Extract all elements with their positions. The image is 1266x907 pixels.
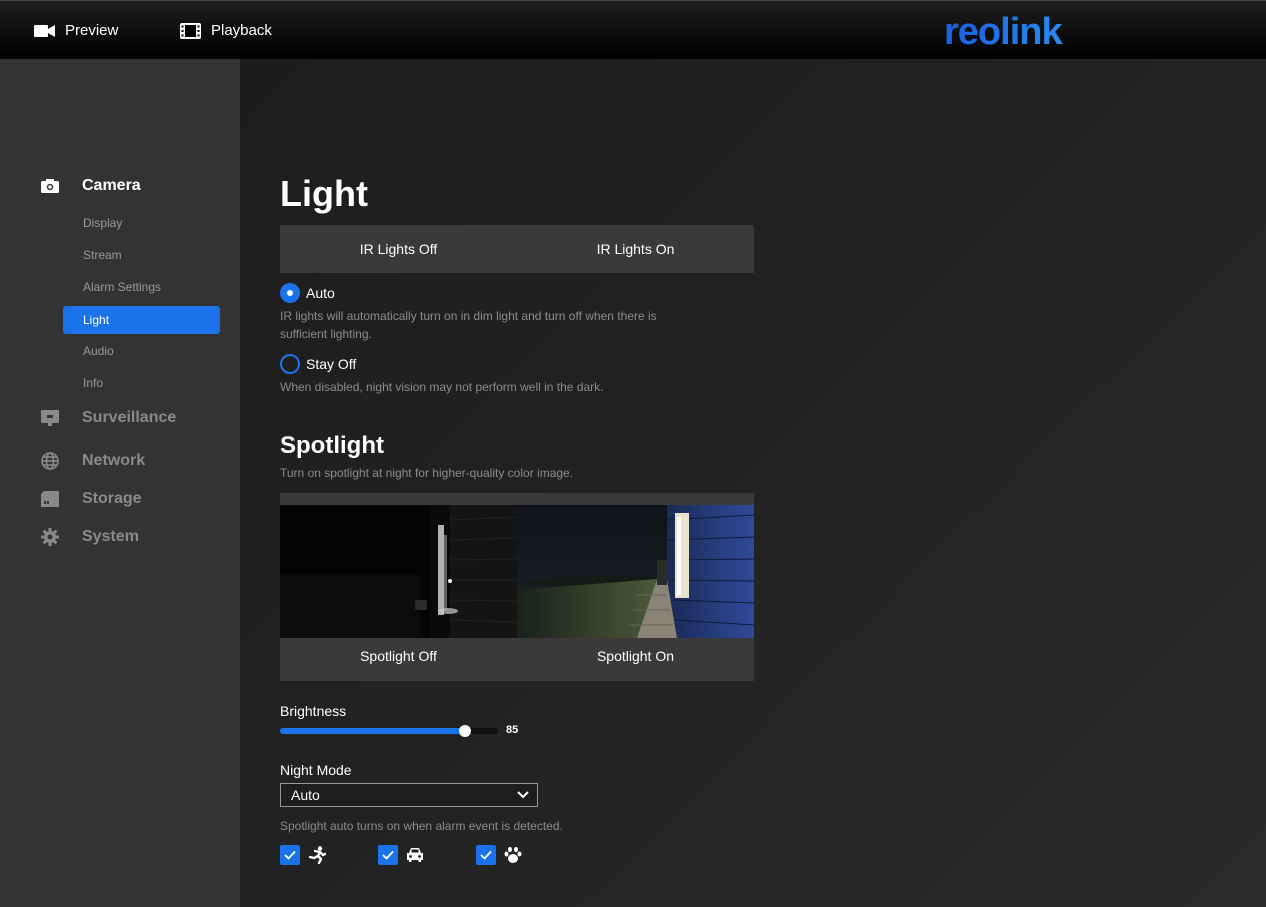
spotlight-off-label: Spotlight Off [360,648,437,664]
spotlight-on-label: Spotlight On [596,648,675,664]
spotlight-title: Spotlight [280,432,384,459]
playback-label: Playback [211,22,272,39]
trigger-person[interactable] [280,845,326,865]
sidebar-item-stream[interactable]: Stream [63,241,220,269]
globe-icon [40,451,60,471]
chevron-down-icon [517,791,529,799]
night-mode-value: Auto [291,787,320,803]
sidebar-section-surveillance-label: Surveillance [82,409,177,426]
brightness-label: Brightness [280,703,347,719]
sidebar-item-light[interactable]: Light [63,306,220,334]
radio-auto[interactable]: Auto [280,283,335,303]
sidebar-item-alarm-settings[interactable]: Alarm Settings [63,273,220,301]
spotlight-off-image [280,505,517,638]
brightness-slider-fill [280,728,466,734]
sidebar-section-network[interactable]: Network [40,451,145,471]
sidebar-item-audio[interactable]: Audio [63,337,220,365]
sidebar: Camera Display Stream Alarm Settings Lig… [0,59,240,907]
ir-lights-on-label: IR Lights On [596,241,675,257]
stay-off-description: When disabled, night vision may not perf… [280,380,604,394]
radio-stay-off-label: Stay Off [306,356,357,372]
check-icon [480,850,492,860]
check-icon [284,850,296,860]
radio-auto-label: Auto [306,285,335,301]
ir-lights-off-label: IR Lights Off [359,241,438,257]
person-running-icon [308,846,326,864]
check-icon [382,850,394,860]
film-icon [180,22,201,39]
reolink-logo: reolink [944,13,1064,49]
sidebar-section-camera[interactable]: Camera [40,176,141,196]
camera-icon [40,176,60,196]
sidebar-section-storage-label: Storage [82,490,142,507]
preview-tab[interactable]: Preview [34,1,118,60]
brightness-value: 85 [506,724,519,736]
spotlight-description: Turn on spotlight at night for higher-qu… [280,466,574,480]
sidebar-item-display[interactable]: Display [63,209,220,237]
night-mode-select[interactable]: Auto [280,783,538,807]
radio-stay-off-indicator[interactable] [280,354,300,374]
sidebar-section-system-label: System [82,528,139,545]
trigger-person-checkbox[interactable] [280,845,300,865]
preview-label: Preview [65,22,119,39]
vehicle-icon [407,848,423,862]
trigger-vehicle-checkbox[interactable] [378,845,398,865]
ir-lights-comparison: IR Lights Off IR Lights On [280,225,754,273]
night-mode-description: Spotlight auto turns on when alarm event… [280,819,563,833]
top-bar: Preview Playback reolink [0,0,1266,59]
gear-icon [40,527,60,547]
radio-auto-indicator[interactable] [280,283,300,303]
auto-description: IR lights will automatically turn on in … [280,309,657,341]
monitor-icon [40,408,60,428]
main-content: Light IR Lights Off IR Lights On Auto IR… [240,59,1266,907]
sidebar-item-info[interactable]: Info [63,369,220,397]
page-title: Light [280,173,368,214]
trigger-pet[interactable] [476,845,522,865]
sidebar-section-system[interactable]: System [40,527,139,547]
spotlight-on-image [517,505,754,638]
sidebar-section-surveillance[interactable]: Surveillance [40,408,176,428]
trigger-pet-checkbox[interactable] [476,845,496,865]
sidebar-section-storage[interactable]: Storage [40,489,142,509]
playback-tab[interactable]: Playback [180,1,272,60]
radio-stay-off[interactable]: Stay Off [280,354,356,374]
brightness-slider[interactable] [280,725,498,737]
logo-text: reolink [944,13,1063,49]
spotlight-comparison: Spotlight Off Spotlight On [280,493,754,681]
brightness-slider-handle[interactable] [459,725,472,737]
sidebar-section-camera-label: Camera [82,177,141,194]
sidebar-section-network-label: Network [82,452,146,469]
storage-icon [40,489,60,509]
night-mode-label: Night Mode [280,762,352,778]
video-camera-icon [34,24,55,37]
pet-paw-icon [504,846,522,863]
trigger-vehicle[interactable] [378,845,424,865]
